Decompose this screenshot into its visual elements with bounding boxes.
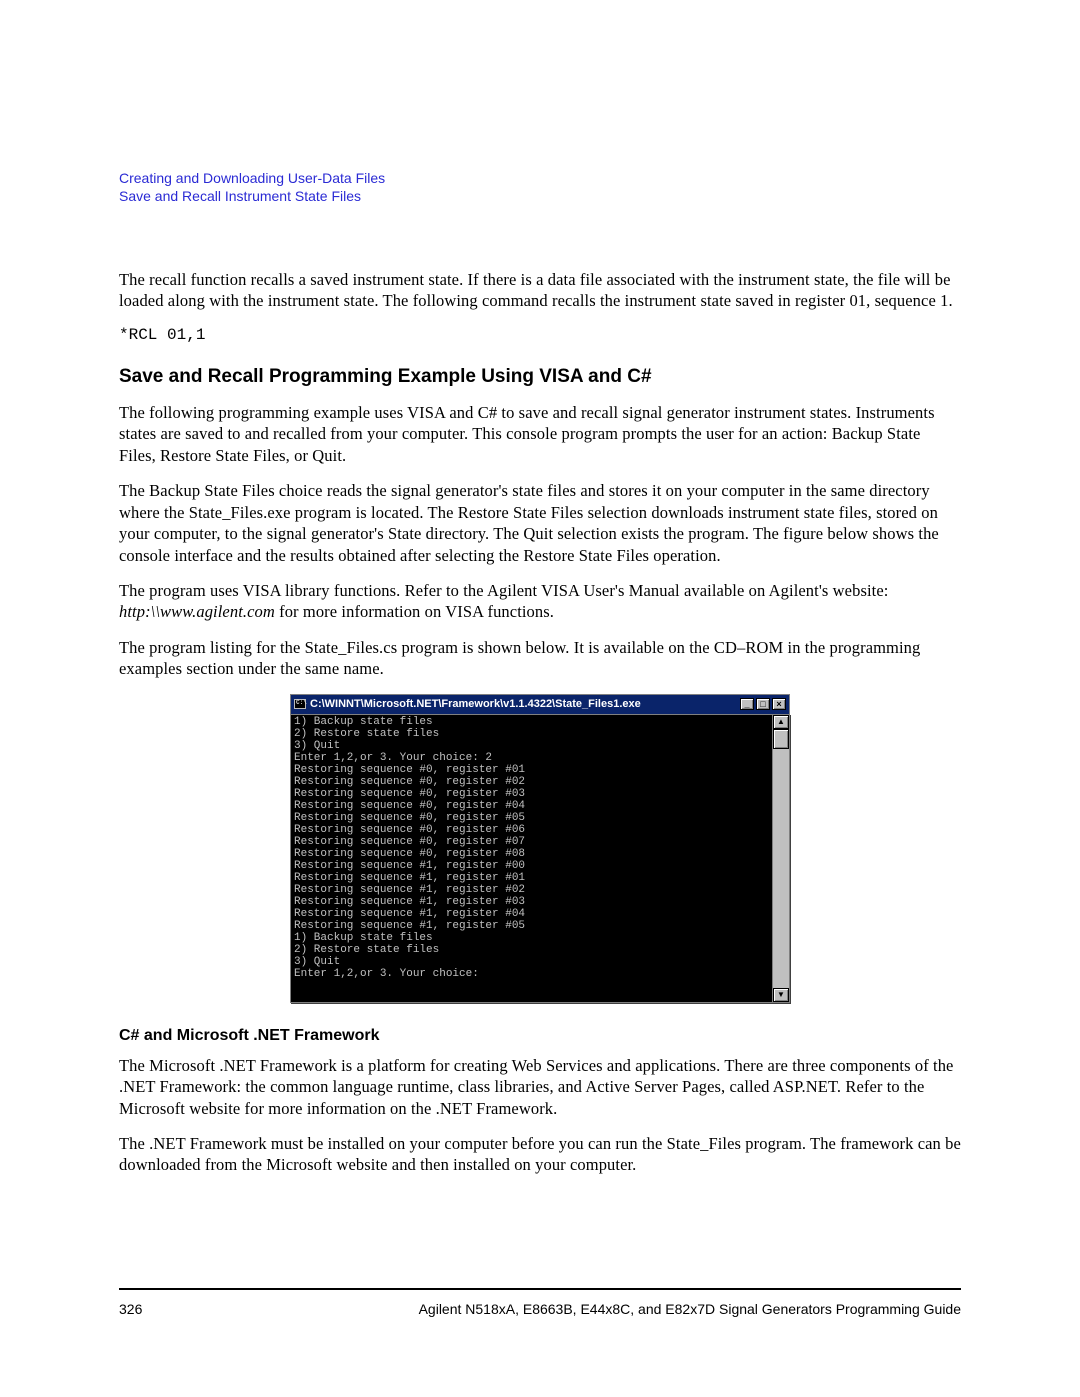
console-title-text: C:\WINNT\Microsoft.NET\Framework\v1.1.43… — [310, 698, 641, 710]
paragraph-2: The Backup State Files choice reads the … — [119, 480, 961, 566]
console-titlebar: C:\WINNT\Microsoft.NET\Framework\v1.1.43… — [290, 694, 790, 714]
console-screenshot: C:\WINNT\Microsoft.NET\Framework\v1.1.43… — [290, 694, 790, 1003]
maximize-button[interactable]: □ — [756, 698, 770, 710]
console-output: 1) Backup state files 2) Restore state f… — [291, 715, 772, 1002]
window-buttons: _ □ × — [740, 698, 786, 710]
agilent-url: http:\\www.agilent.com — [119, 602, 275, 621]
console-scrollbar[interactable]: ▲ ▼ — [772, 715, 789, 1002]
close-button[interactable]: × — [772, 698, 786, 710]
paragraph-3-text-b: for more information on VISA functions. — [275, 602, 554, 621]
recall-command-code: *RCL 01,1 — [119, 326, 961, 344]
subsection-heading-dotnet: C# and Microsoft .NET Framework — [119, 1027, 961, 1045]
document-page: Creating and Downloading User-Data Files… — [0, 0, 1080, 1397]
scroll-up-button[interactable]: ▲ — [773, 715, 789, 729]
page-footer: 326 Agilent N518xA, E8663B, E44x8C, and … — [119, 1301, 961, 1317]
paragraph-3: The program uses VISA library functions.… — [119, 580, 961, 623]
paragraph-4: The program listing for the State_Files.… — [119, 637, 961, 680]
breadcrumb-line-1: Creating and Downloading User-Data Files — [119, 170, 961, 188]
paragraph-3-text-a: The program uses VISA library functions.… — [119, 581, 888, 600]
cmd-icon — [294, 699, 306, 709]
section-heading-save-recall-example: Save and Recall Programming Example Usin… — [119, 366, 961, 388]
scroll-track[interactable] — [773, 729, 789, 988]
footer-rule — [119, 1288, 961, 1290]
footer-guide-title: Agilent N518xA, E8663B, E44x8C, and E82x… — [419, 1301, 961, 1317]
scroll-down-button[interactable]: ▼ — [773, 988, 789, 1002]
breadcrumb: Creating and Downloading User-Data Files… — [119, 170, 961, 205]
breadcrumb-line-2: Save and Recall Instrument State Files — [119, 188, 961, 206]
scroll-thumb[interactable] — [773, 729, 789, 749]
page-number: 326 — [119, 1301, 142, 1317]
paragraph-1: The following programming example uses V… — [119, 402, 961, 466]
minimize-button[interactable]: _ — [740, 698, 754, 710]
paragraph-recall-description: The recall function recalls a saved inst… — [119, 269, 961, 312]
paragraph-5: The Microsoft .NET Framework is a platfo… — [119, 1055, 961, 1119]
paragraph-6: The .NET Framework must be installed on … — [119, 1133, 961, 1176]
